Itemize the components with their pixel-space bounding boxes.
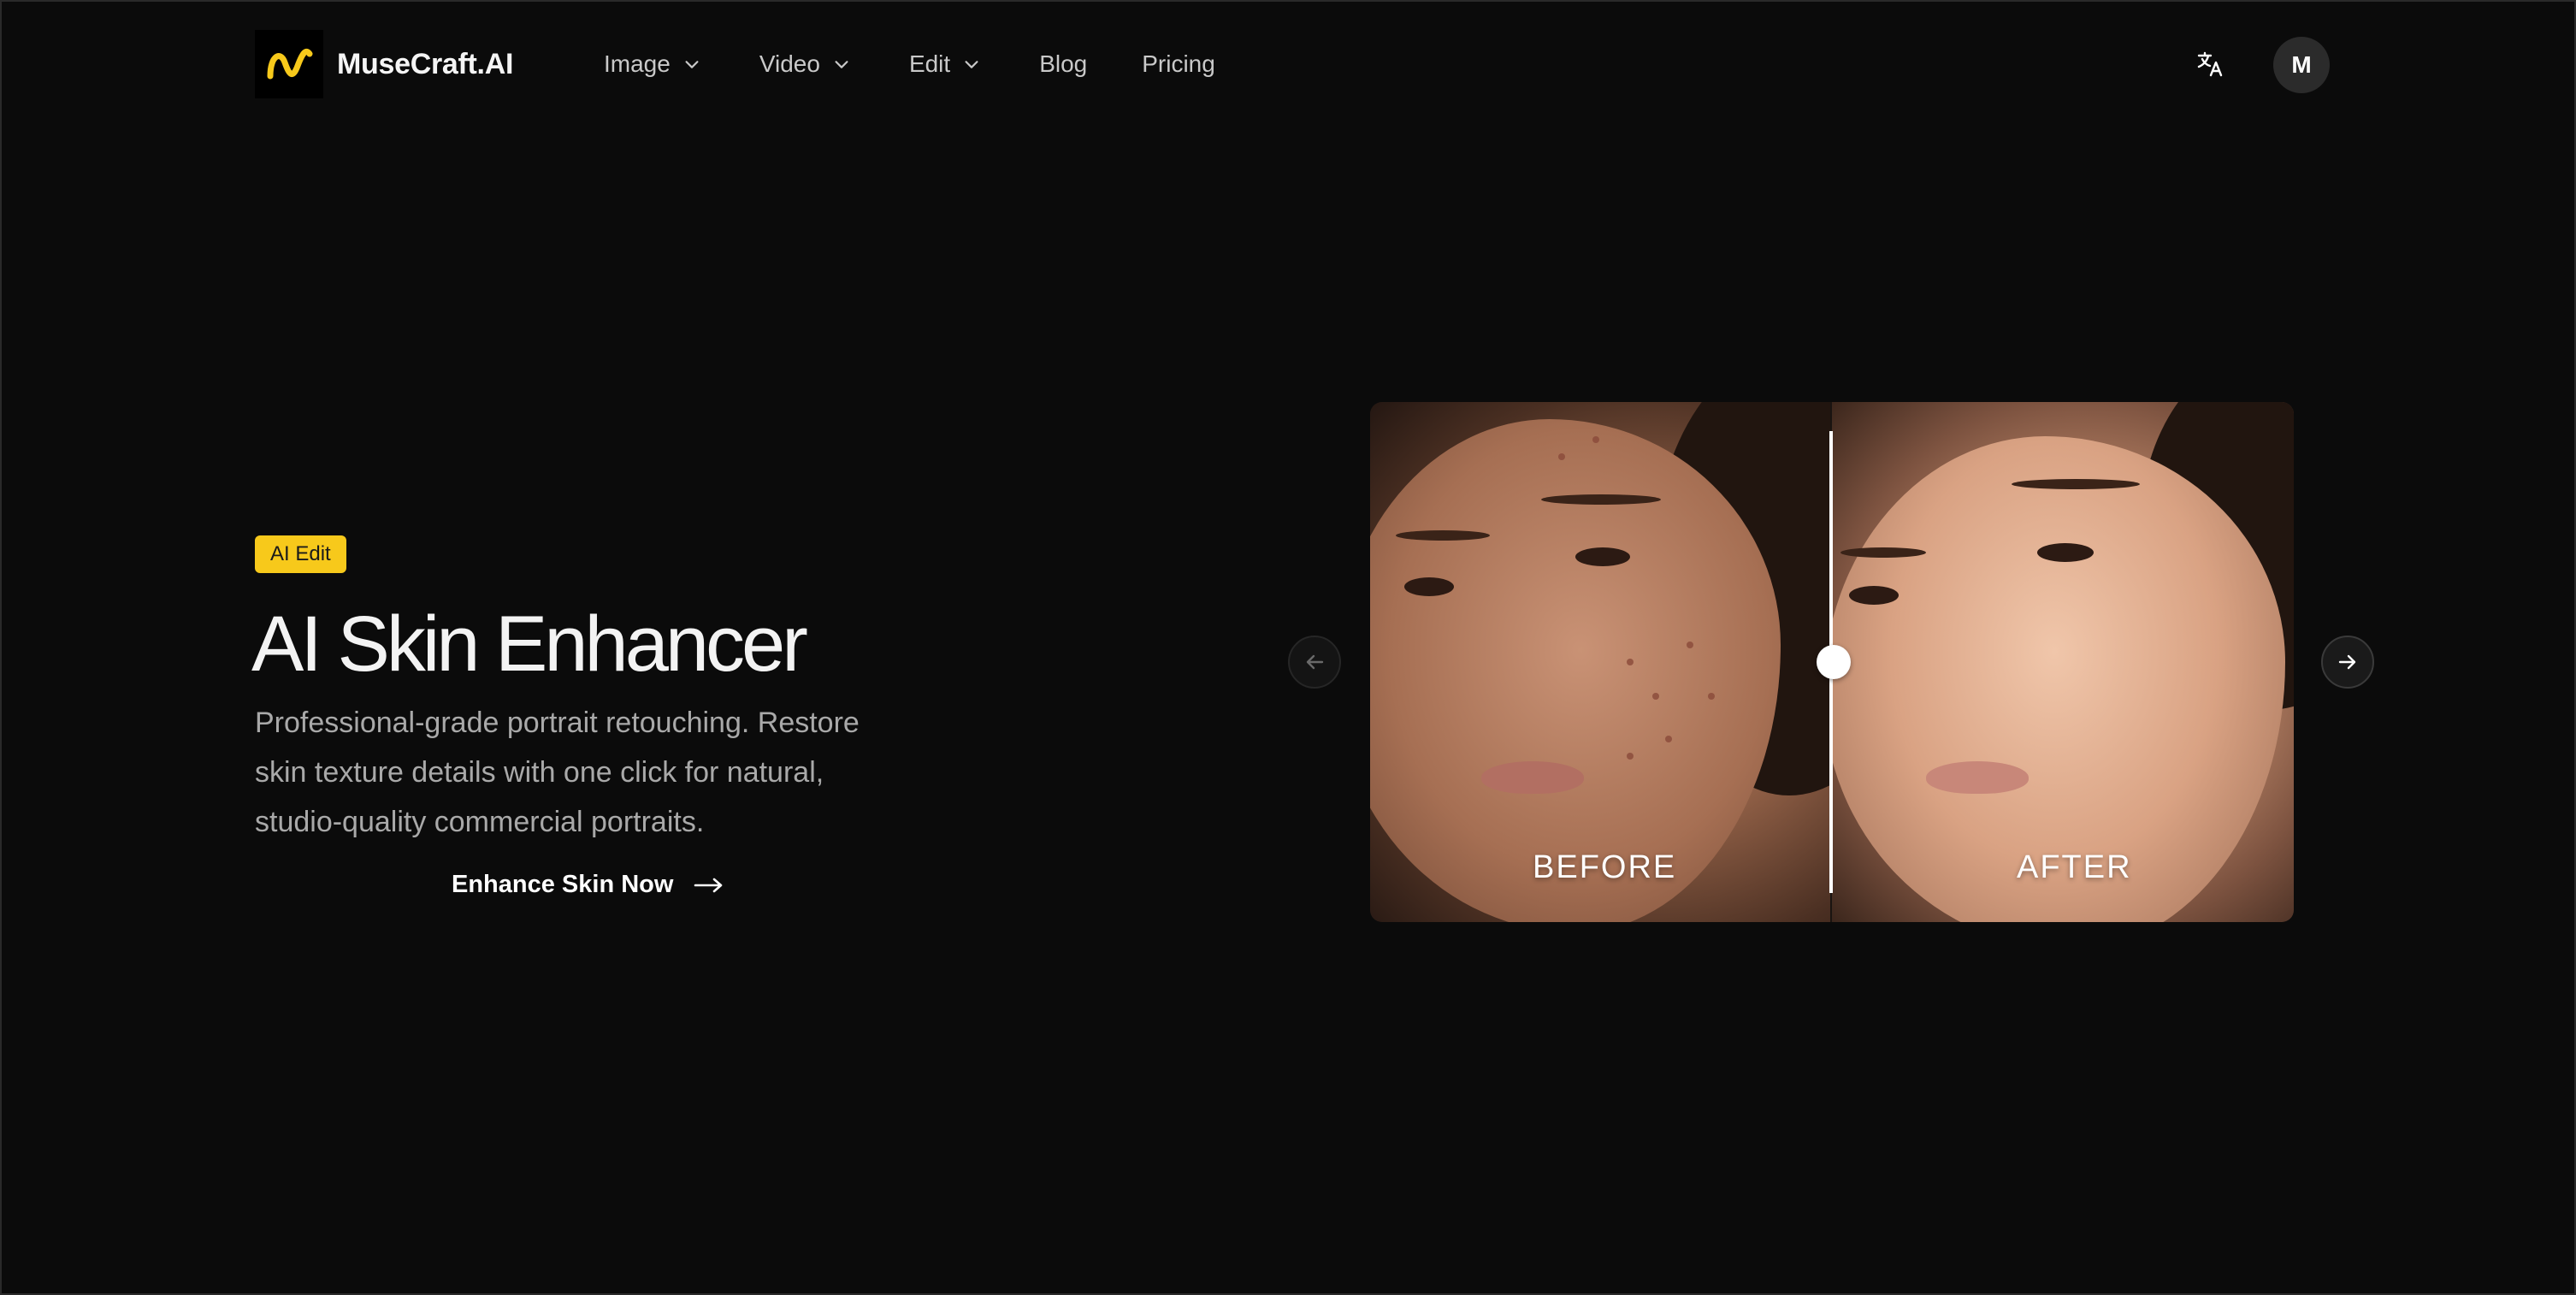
logo-mark-icon xyxy=(255,30,323,98)
arrow-right-icon xyxy=(694,878,723,892)
chevron-down-icon xyxy=(965,61,978,68)
brow-shape xyxy=(1541,494,1661,505)
enhance-skin-button[interactable]: Enhance Skin Now xyxy=(452,871,724,899)
eye-shape xyxy=(1575,547,1630,566)
nav-item-label: Image xyxy=(604,50,671,77)
category-badge: AI Edit xyxy=(255,535,346,573)
site-header: MuseCraft.AI Image Video Edit Blog Prici… xyxy=(2,2,2574,128)
before-label: BEFORE xyxy=(1533,849,1677,885)
nav-item-label: Pricing xyxy=(1142,50,1215,77)
eye-shape xyxy=(1849,586,1899,605)
blemish-shape xyxy=(1627,753,1634,760)
brow-shape xyxy=(1396,530,1490,541)
page: MuseCraft.AI Image Video Edit Blog Prici… xyxy=(0,0,2576,1295)
badge-label: AI Edit xyxy=(270,542,331,565)
brow-shape xyxy=(1840,547,1926,558)
blemish-shape xyxy=(1558,453,1565,460)
nav-item-pricing[interactable]: Pricing xyxy=(1142,44,1215,84)
comparison-slider-handle[interactable] xyxy=(1817,645,1851,679)
after-label: AFTER xyxy=(2017,849,2132,885)
carousel-next-button[interactable] xyxy=(2321,636,2374,689)
user-avatar[interactable]: M xyxy=(2273,37,2330,93)
carousel-prev-button[interactable] xyxy=(1288,636,1341,689)
nav-item-blog[interactable]: Blog xyxy=(1039,44,1087,84)
arrow-right-icon xyxy=(2338,654,2356,670)
blemish-shape xyxy=(1665,736,1672,742)
chevron-down-icon xyxy=(835,61,848,68)
arrow-left-icon xyxy=(1306,654,1324,670)
blemish-shape xyxy=(1627,659,1634,665)
nav-item-edit[interactable]: Edit xyxy=(909,44,981,84)
hero-description: Professional-grade portrait retouching. … xyxy=(255,707,860,838)
main-nav: Image Video Edit Blog Pricing xyxy=(604,44,1270,84)
nav-item-image[interactable]: Image xyxy=(604,44,701,84)
blemish-shape xyxy=(1708,693,1715,700)
nav-item-label: Blog xyxy=(1039,50,1088,77)
blemish-shape xyxy=(1592,436,1599,443)
avatar-initial: M xyxy=(2291,51,2312,78)
nav-item-label: Video xyxy=(759,50,820,77)
nav-item-label: Edit xyxy=(908,50,951,77)
after-image: AFTER xyxy=(1832,402,2294,922)
chevron-down-icon xyxy=(685,61,699,68)
eye-shape xyxy=(1404,577,1454,596)
before-image: BEFORE xyxy=(1370,402,1830,922)
brand-logo[interactable]: MuseCraft.AI xyxy=(255,30,513,98)
lips-shape xyxy=(1926,761,2029,794)
brow-shape xyxy=(2012,479,2140,489)
brand-name: MuseCraft.AI xyxy=(337,47,514,80)
eye-shape xyxy=(2037,543,2094,562)
blemish-shape xyxy=(1652,693,1659,700)
language-button[interactable] xyxy=(2191,44,2230,84)
translate-icon xyxy=(2197,51,2223,77)
hero-title: AI Skin Enhancer xyxy=(251,600,808,688)
cta-label: Enhance Skin Now xyxy=(452,871,674,898)
lips-shape xyxy=(1481,761,1584,794)
blemish-shape xyxy=(1687,642,1693,648)
nav-item-video[interactable]: Video xyxy=(759,44,851,84)
